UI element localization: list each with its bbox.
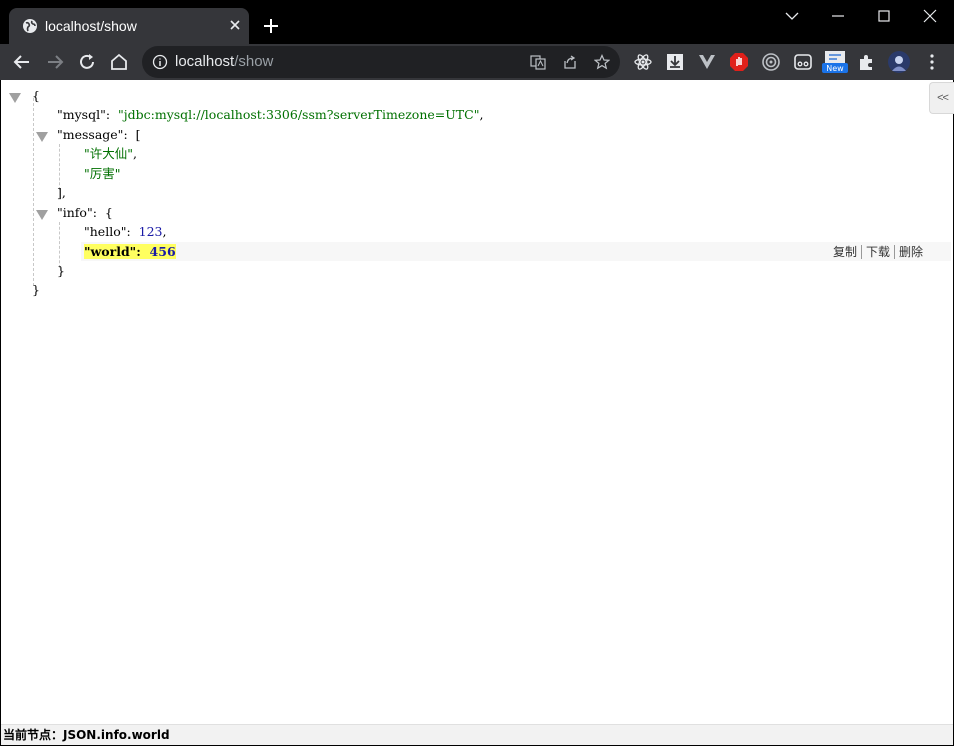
value-mysql: "jdbc:mysql://localhost:3306/ssm?serverT… <box>118 107 480 122</box>
array-item-value: "厉害" <box>84 166 121 181</box>
collapse-root-toggle[interactable] <box>9 93 21 103</box>
value-hello: 123 <box>138 224 163 239</box>
current-node-status: 当前节点：JSON.info.world <box>1 724 953 745</box>
selected-row-highlight <box>81 242 951 261</box>
colon: : <box>92 205 97 220</box>
maximize-icon[interactable] <box>876 8 892 24</box>
json-entry-message[interactable]: "message": [ <box>57 125 141 144</box>
back-arrow-icon[interactable] <box>12 52 32 72</box>
tab-title: localhost/show <box>45 18 137 34</box>
bookmark-star-icon[interactable] <box>594 54 610 70</box>
array-item-value: "许大仙" <box>84 146 133 161</box>
root-open-brace: { <box>32 88 40 103</box>
info-open-brace: { <box>104 205 113 220</box>
close-window-icon[interactable] <box>922 8 938 24</box>
colon: : <box>126 224 131 239</box>
info-close-brace: } <box>57 263 65 278</box>
title-bar: localhost/show <box>0 0 954 44</box>
collapse-panel-button[interactable]: << <box>929 82 954 114</box>
json-entry-info[interactable]: "info": { <box>57 203 113 222</box>
collapse-info-toggle[interactable] <box>36 210 48 220</box>
json-array-item[interactable]: "许大仙", <box>84 144 137 163</box>
url-host: localhost <box>175 53 235 70</box>
root-close-brace: } <box>32 282 40 297</box>
browser-menu-icon[interactable] <box>922 52 942 72</box>
react-devtools-icon[interactable] <box>633 52 653 72</box>
forward-arrow-icon[interactable] <box>45 52 65 72</box>
extensions-puzzle-icon[interactable] <box>857 52 877 72</box>
colon: : <box>105 107 111 122</box>
row-actions: 复制 下载 删除 <box>829 242 927 261</box>
tab-search-chevron-icon[interactable] <box>784 8 800 24</box>
profile-avatar-icon[interactable] <box>888 51 910 73</box>
browser-tab[interactable]: localhost/show <box>9 8 249 44</box>
comma: , <box>162 224 167 239</box>
site-info-icon[interactable] <box>152 54 168 70</box>
key-mysql: "mysql" <box>57 107 106 122</box>
target-extension-icon[interactable] <box>761 52 781 72</box>
page-content: { "mysql": "jdbc:mysql://localhost:3306/… <box>1 80 954 724</box>
url-text[interactable]: localhost/show <box>175 53 273 70</box>
json-entry-hello[interactable]: "hello": 123, <box>84 222 166 241</box>
minimize-icon[interactable] <box>830 8 846 24</box>
colon: : <box>136 244 141 259</box>
key-info: "info" <box>57 205 93 220</box>
colon: : <box>123 127 128 142</box>
adblock-icon[interactable] <box>729 52 749 72</box>
collapse-message-toggle[interactable] <box>36 132 48 142</box>
json-entry-world[interactable]: "world": 456 <box>84 242 176 261</box>
new-badge-extension-icon[interactable]: New <box>822 50 848 74</box>
json-viewer: { "mysql": "jdbc:mysql://localhost:3306/… <box>1 80 953 724</box>
share-icon[interactable] <box>562 54 578 70</box>
array-close-bracket: ], <box>57 185 66 200</box>
delete-button[interactable]: 删除 <box>895 243 927 260</box>
new-tab-icon[interactable] <box>262 17 280 35</box>
url-path: /show <box>234 53 274 70</box>
translate-icon[interactable] <box>530 54 546 70</box>
json-entry-mysql[interactable]: "mysql": "jdbc:mysql://localhost:3306/ss… <box>57 105 483 124</box>
open-bracket: [ <box>135 127 141 142</box>
browser-toolbar: localhost/show New <box>0 44 954 80</box>
close-tab-icon[interactable] <box>226 16 244 34</box>
download-button[interactable]: 下载 <box>862 243 894 260</box>
svg-text:New: New <box>826 64 844 73</box>
key-hello: "hello" <box>84 224 127 239</box>
tree-guide-root <box>33 98 34 286</box>
globe-icon <box>23 19 37 33</box>
comma: , <box>479 107 484 122</box>
reload-icon[interactable] <box>77 52 97 72</box>
download-extension-icon[interactable] <box>665 52 685 72</box>
screen-capture-extension-icon[interactable] <box>793 52 813 72</box>
key-world: "world" <box>84 244 137 259</box>
address-bar[interactable]: localhost/show <box>142 46 620 78</box>
key-message: "message" <box>57 127 124 142</box>
value-world: 456 <box>149 244 176 259</box>
vue-devtools-icon[interactable] <box>697 52 717 72</box>
json-array-item[interactable]: "厉害" <box>84 164 121 183</box>
home-icon[interactable] <box>109 52 129 72</box>
comma: , <box>133 146 137 161</box>
copy-button[interactable]: 复制 <box>829 243 861 260</box>
